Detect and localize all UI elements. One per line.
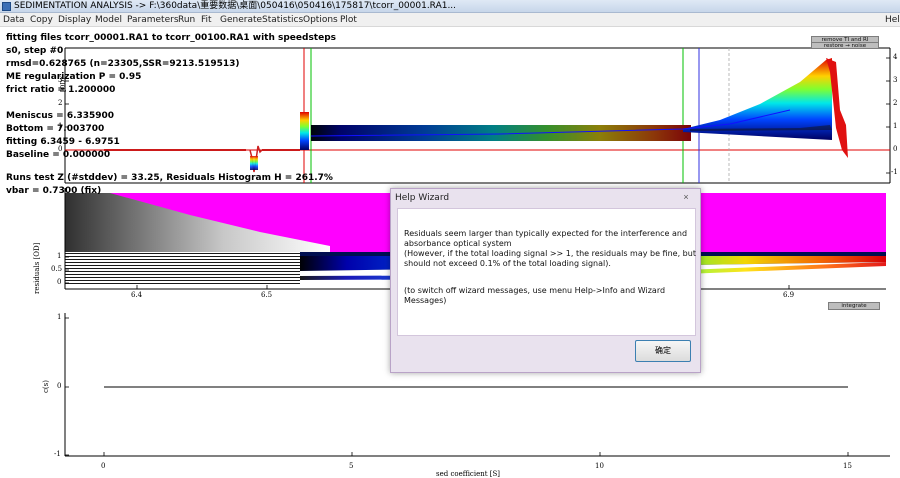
fit-info-line-10: Runs test Z (#stddev) = 33.25, Residuals… [6, 173, 333, 183]
plot1-left-tick-2: 2 [58, 99, 63, 107]
fit-info-line-8: fitting 6.3459 - 6.9751 [6, 137, 120, 147]
plot3-ytick-1: 1 [57, 313, 62, 321]
fit-info-line-11: vbar = 0.7300 (fix) [6, 186, 102, 196]
dialog-message-line-6: Messages) [404, 296, 447, 305]
plot3-xtick-10: 10 [595, 462, 604, 470]
plot1-left-tick-1: 1 [58, 122, 63, 130]
plot2-xtick-65: 6.5 [261, 291, 273, 299]
dialog-message-line-2: absorbance optical system [404, 239, 512, 248]
dialog-message-line-1: Residuals seem larger than typically exp… [404, 229, 688, 238]
plot3-ytick-0: 0 [57, 382, 62, 390]
help-wizard-dialog: Help Wizard × Residuals seem larger than… [390, 188, 701, 373]
dialog-message-line-3: (However, if the total loading signal >>… [404, 249, 696, 258]
plot1-right-tick-0: 0 [893, 145, 898, 153]
dialog-message-area: Residuals seem larger than typically exp… [397, 208, 696, 336]
plot1-right-tick-1: 1 [893, 122, 898, 130]
dialog-message-line-4: should not exceed 0.1% of the total load… [404, 259, 611, 268]
plot3-xtick-5: 5 [349, 462, 354, 470]
plot2-ytick-1: 1 [57, 252, 62, 260]
plot1-left-ylabel: [OD] [60, 77, 67, 92]
plot1-right-tick-3: 3 [893, 76, 898, 84]
close-icon[interactable]: × [680, 192, 692, 203]
fit-info-line-3: rmsd=0.628765 (n=23305,SSR=9213.519513) [6, 59, 240, 69]
fit-info-line-4: ME regularization P = 0.95 [6, 72, 142, 82]
plot2-ylabel: residuals [OD] [33, 242, 41, 294]
fit-info-line-1: fitting files tcorr_00001.RA1 to tcorr_0… [6, 33, 337, 43]
plot1-right-tick-2: 2 [893, 99, 898, 107]
plot3-xtick-0: 0 [101, 462, 106, 470]
app-window: SEDIMENTATION ANALYSIS -> F:\360data\重要数… [0, 0, 900, 478]
plot1-right-tick-4: 4 [893, 53, 898, 61]
fit-info-line-7: Bottom = 7.003700 [6, 124, 105, 134]
plot2-ytick-0: 0 [57, 278, 62, 286]
ok-button[interactable]: 确定 [635, 340, 691, 362]
plot3-ytick-minus1: -1 [54, 450, 61, 458]
plot3-xtick-15: 15 [843, 462, 852, 470]
plot2-xtick-64: 6.4 [131, 291, 143, 299]
plot1-left-tick-0: 0 [58, 145, 63, 153]
dialog-title: Help Wizard [395, 193, 450, 203]
plot2-xtick-69: 6.9 [783, 291, 795, 299]
dialog-message-line-5: (to switch off wizard messages, use menu… [404, 286, 666, 295]
plot1-right-tick-minus1: -1 [891, 168, 898, 176]
plot3-xlabel: sed coefficient [S] [436, 470, 501, 478]
restore-noise-button[interactable]: restore → noise [811, 42, 879, 49]
integrate-button[interactable]: integrate [828, 302, 880, 310]
plot2-ytick-05: 0.5 [51, 265, 63, 273]
fit-info-line-6: Meniscus = 6.335900 [6, 111, 115, 121]
fit-info-line-2: s0, step #0 [6, 46, 64, 56]
plot3-ylabel: c(s) [42, 380, 50, 393]
